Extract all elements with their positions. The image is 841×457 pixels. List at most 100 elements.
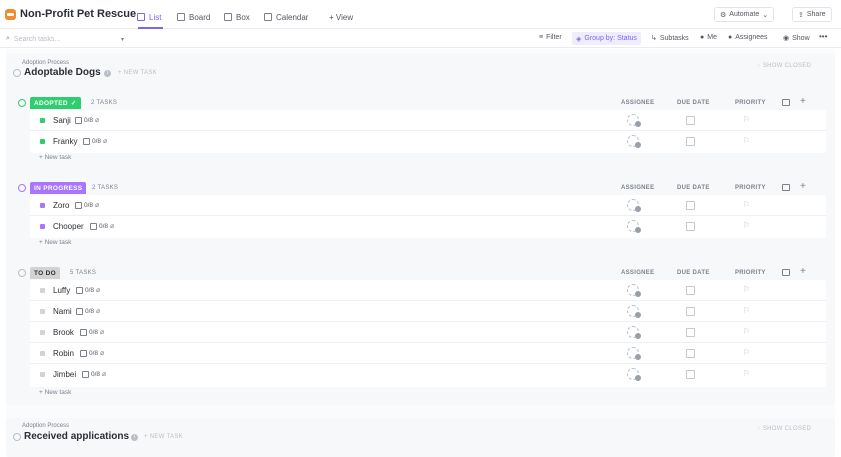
tab-box[interactable]: Box xyxy=(224,6,250,28)
task-name[interactable]: Sanji xyxy=(53,116,71,125)
columns-icon[interactable] xyxy=(782,269,790,276)
assignee-avatar-icon[interactable] xyxy=(627,135,641,148)
priority-flag-icon[interactable]: ⚐ xyxy=(743,285,750,294)
task-name[interactable]: Nami xyxy=(53,307,72,316)
assignee-avatar-icon[interactable] xyxy=(627,114,641,127)
tab-list[interactable]: List xyxy=(137,6,161,28)
column-header-priority[interactable]: PRIORITY xyxy=(735,270,766,276)
column-header-priority[interactable]: PRIORITY xyxy=(735,185,766,191)
status-square-icon[interactable] xyxy=(40,224,45,229)
subtask-count[interactable]: 0/8 ⌀ xyxy=(76,286,100,294)
me-button[interactable]: ● Me xyxy=(700,34,717,41)
task-row[interactable]: Jimbei 0/8 ⌀ ⚐ xyxy=(30,364,826,385)
show-button[interactable]: ◉ Show xyxy=(783,34,810,43)
new-task-button[interactable]: + NEW TASK xyxy=(118,70,157,76)
show-closed-button[interactable]: ◌ SHOW CLOSED xyxy=(757,426,811,432)
share-button[interactable]: ⇪ Share xyxy=(792,7,832,22)
tab-board[interactable]: Board xyxy=(177,6,210,28)
subtask-count[interactable]: 0/8 ⌀ xyxy=(75,201,99,209)
subtask-count[interactable]: 0/8 ⌀ xyxy=(76,307,100,315)
tab-calendar[interactable]: Calendar xyxy=(264,6,308,28)
subtask-count[interactable]: 0/8 ⌀ xyxy=(90,222,114,230)
task-row[interactable]: Luffy 0/8 ⌀ ⚐ xyxy=(30,280,826,301)
status-square-icon[interactable] xyxy=(40,139,45,144)
task-row[interactable]: Robin 0/8 ⌀ ⚐ xyxy=(30,343,826,364)
due-date-calendar-icon[interactable] xyxy=(686,370,695,379)
new-task-button[interactable]: + NEW TASK xyxy=(144,434,183,440)
assignee-avatar-icon[interactable] xyxy=(627,326,641,339)
column-header-assignee[interactable]: ASSIGNEE xyxy=(621,100,654,106)
priority-flag-icon[interactable]: ⚐ xyxy=(743,136,750,145)
filter-button[interactable]: ≡ Filter xyxy=(539,34,562,41)
column-header-assignee[interactable]: ASSIGNEE xyxy=(621,185,654,191)
priority-flag-icon[interactable]: ⚐ xyxy=(743,200,750,209)
status-square-icon[interactable] xyxy=(40,309,45,314)
task-row[interactable]: Brook 0/8 ⌀ ⚐ xyxy=(30,322,826,343)
due-date-calendar-icon[interactable] xyxy=(686,201,695,210)
assignees-button[interactable]: ● Assignees xyxy=(728,34,768,41)
task-row[interactable]: Franky 0/8 ⌀ ⚐ xyxy=(30,131,826,152)
columns-icon[interactable] xyxy=(782,99,790,106)
due-date-calendar-icon[interactable] xyxy=(686,286,695,295)
status-badge[interactable]: IN PROGRESS xyxy=(30,182,87,194)
status-badge[interactable]: ADOPTED ✓ xyxy=(30,97,81,109)
task-row[interactable]: Nami 0/8 ⌀ ⚐ xyxy=(30,301,826,322)
status-square-icon[interactable] xyxy=(40,351,45,356)
chevron-down-icon[interactable]: ▾ xyxy=(121,36,124,43)
assignee-avatar-icon[interactable] xyxy=(627,368,641,381)
due-date-calendar-icon[interactable] xyxy=(686,222,695,231)
add-column-icon[interactable]: + xyxy=(800,97,806,107)
status-square-icon[interactable] xyxy=(40,288,45,293)
due-date-calendar-icon[interactable] xyxy=(686,137,695,146)
add-column-icon[interactable]: + xyxy=(800,182,806,192)
status-square-icon[interactable] xyxy=(40,118,45,123)
group-by-button[interactable]: ◈ Group by: Status xyxy=(572,32,641,45)
columns-icon[interactable] xyxy=(782,184,790,191)
assignee-avatar-icon[interactable] xyxy=(627,199,641,212)
automate-button[interactable]: ⚙ Automate ⌄ xyxy=(714,7,775,22)
subtask-count[interactable]: 0/8 ⌀ xyxy=(80,349,104,357)
column-header-due-date[interactable]: DUE DATE xyxy=(677,185,710,191)
task-name[interactable]: Robin xyxy=(53,349,74,358)
status-square-icon[interactable] xyxy=(40,330,45,335)
task-name[interactable]: Brook xyxy=(53,328,74,337)
subtasks-button[interactable]: ↳ Subtasks xyxy=(651,34,689,43)
subtask-count[interactable]: 0/8 ⌀ xyxy=(83,137,107,145)
collapse-group-icon[interactable] xyxy=(18,99,26,107)
column-header-assignee[interactable]: ASSIGNEE xyxy=(621,270,654,276)
status-square-icon[interactable] xyxy=(40,203,45,208)
priority-flag-icon[interactable]: ⚐ xyxy=(743,221,750,230)
task-name[interactable]: Franky xyxy=(53,137,77,146)
assignee-avatar-icon[interactable] xyxy=(627,305,641,318)
due-date-calendar-icon[interactable] xyxy=(686,328,695,337)
collapse-group-icon[interactable] xyxy=(18,184,26,192)
show-closed-button[interactable]: ◌ SHOW CLOSED xyxy=(757,63,811,69)
subtask-count[interactable]: 0/8 ⌀ xyxy=(82,370,106,378)
new-task-link[interactable]: + New task xyxy=(39,239,71,246)
task-name[interactable]: Luffy xyxy=(53,286,70,295)
status-square-icon[interactable] xyxy=(40,372,45,377)
subtask-count[interactable]: 0/8 ⌀ xyxy=(75,116,99,124)
due-date-calendar-icon[interactable] xyxy=(686,116,695,125)
task-name[interactable]: Chooper xyxy=(53,222,84,231)
priority-flag-icon[interactable]: ⚐ xyxy=(743,115,750,124)
priority-flag-icon[interactable]: ⚐ xyxy=(743,306,750,315)
column-header-priority[interactable]: PRIORITY xyxy=(735,100,766,106)
column-header-due-date[interactable]: DUE DATE xyxy=(677,100,710,106)
subtask-count[interactable]: 0/8 ⌀ xyxy=(80,328,104,336)
assignee-avatar-icon[interactable] xyxy=(627,284,641,297)
priority-flag-icon[interactable]: ⚐ xyxy=(743,348,750,357)
task-row[interactable]: Zoro 0/8 ⌀ ⚐ xyxy=(30,195,826,216)
task-name[interactable]: Jimbei xyxy=(53,370,76,379)
add-column-icon[interactable]: + xyxy=(800,267,806,277)
due-date-calendar-icon[interactable] xyxy=(686,307,695,316)
search-input[interactable]: ⌕ Search tasks... ▾ xyxy=(6,33,126,45)
collapse-group-icon[interactable] xyxy=(18,269,26,277)
assignee-avatar-icon[interactable] xyxy=(627,220,641,233)
info-icon[interactable]: i xyxy=(104,70,111,77)
collapse-toggle-icon[interactable] xyxy=(13,69,21,77)
task-name[interactable]: Zoro xyxy=(53,201,69,210)
assignee-avatar-icon[interactable] xyxy=(627,347,641,360)
task-row[interactable]: Sanji 0/8 ⌀ ⚐ xyxy=(30,110,826,131)
due-date-calendar-icon[interactable] xyxy=(686,349,695,358)
